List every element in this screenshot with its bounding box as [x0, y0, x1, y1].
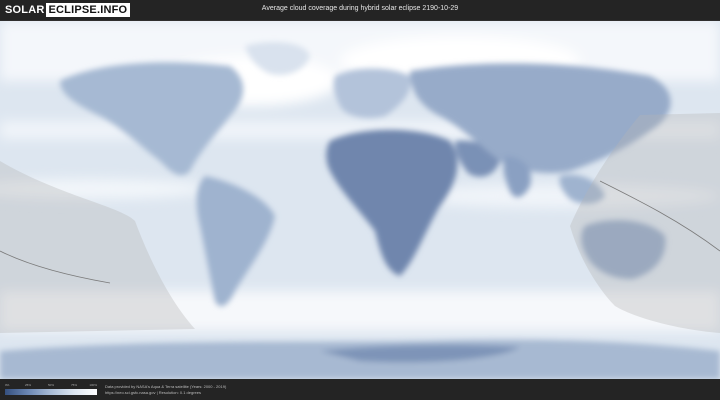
legend-gradient-bar: [5, 389, 97, 395]
legend-tick: 75%: [70, 383, 78, 387]
data-credits: Data provided by NASA's Aqua & Terra sat…: [105, 384, 226, 396]
legend-ticks: 0% 25% 50% 75% 100%: [5, 383, 97, 388]
cloud-coverage-map: [0, 21, 720, 379]
page-title: Average cloud coverage during hybrid sol…: [261, 5, 459, 12]
cloud-coverage-legend: 0% 25% 50% 75% 100%: [5, 383, 97, 397]
legend-tick: 50%: [47, 383, 55, 387]
legend-tick: 25%: [24, 383, 32, 387]
credits-link[interactable]: https://neo.sci.gsfc.nasa.gov | Resoluti…: [105, 390, 226, 396]
legend-tick: 100%: [89, 383, 97, 387]
legend-tick: 0%: [5, 383, 10, 387]
world-map-svg: [0, 21, 720, 379]
footer-bar: 0% 25% 50% 75% 100% Data provided by NAS…: [0, 379, 720, 400]
header-bar: SOLAR ECLIPSE.INFO Average cloud coverag…: [0, 0, 720, 21]
